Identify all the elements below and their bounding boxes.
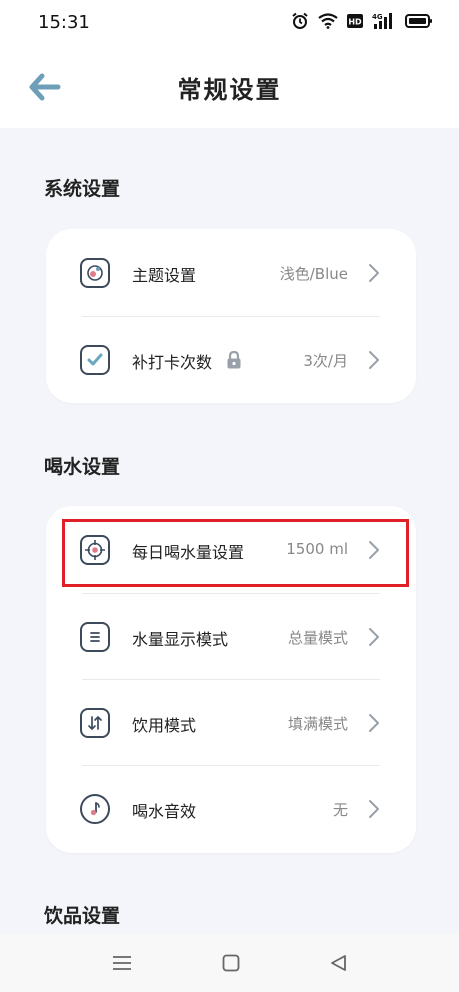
chevron-right-icon <box>369 264 379 282</box>
drinking-sound-row[interactable]: 喝水音效 无 <box>46 766 416 852</box>
drinking-mode-value: 填满模式 <box>287 715 348 733</box>
home-nav-button[interactable] <box>222 954 240 976</box>
drinking-mode-row[interactable]: 饮用模式 填满模式 <box>46 680 416 766</box>
highlight-annotation <box>62 519 409 587</box>
lock-icon <box>227 350 241 369</box>
list-icon <box>80 622 110 652</box>
section-title-beverage: 饮品设置 <box>44 905 121 927</box>
section-title-system: 系统设置 <box>44 178 121 200</box>
system-settings-card: 主题设置 浅色/Blue 补打卡次数 3次/月 <box>46 229 416 403</box>
makeup-checkin-label: 补打卡次数 <box>132 353 213 372</box>
theme-icon <box>80 258 110 288</box>
theme-settings-label: 主题设置 <box>132 266 197 285</box>
checkmark-icon <box>80 345 110 375</box>
menu-nav-button[interactable] <box>112 954 132 976</box>
battery-icon <box>405 14 432 28</box>
hd-icon: HD <box>347 14 363 28</box>
header: 常规设置 <box>0 46 459 128</box>
svg-text:HD: HD <box>348 18 362 27</box>
system-nav-bar <box>0 934 459 992</box>
menu-icon <box>113 956 131 970</box>
drinking-sound-label: 喝水音效 <box>132 802 197 821</box>
home-square-icon <box>222 954 240 972</box>
page-title: 常规设置 <box>177 76 282 104</box>
makeup-checkin-value: 3次/月 <box>303 352 348 370</box>
status-time: 15:31 <box>38 12 90 33</box>
back-nav-button[interactable] <box>330 954 348 976</box>
makeup-checkin-row[interactable]: 补打卡次数 3次/月 <box>46 317 416 403</box>
chevron-right-icon <box>369 800 379 818</box>
theme-settings-value: 浅色/Blue <box>279 265 348 283</box>
water-display-mode-value: 总量模式 <box>287 629 348 647</box>
alarm-icon <box>292 12 308 29</box>
music-note-icon <box>80 794 110 824</box>
sort-arrows-icon <box>80 708 110 738</box>
water-display-mode-label: 水量显示模式 <box>132 630 229 649</box>
svg-text:4G: 4G <box>372 13 383 21</box>
chevron-right-icon <box>369 714 379 732</box>
water-display-mode-row[interactable]: 水量显示模式 总量模式 <box>46 594 416 680</box>
triangle-back-icon <box>331 955 346 971</box>
chevron-right-icon <box>369 628 379 646</box>
wifi-icon <box>318 13 338 29</box>
chevron-right-icon <box>369 351 379 369</box>
drinking-mode-label: 饮用模式 <box>132 716 197 735</box>
drinking-sound-value: 无 <box>332 801 348 819</box>
status-icons: HD 4G <box>291 12 433 30</box>
signal-icon: 4G <box>372 13 392 29</box>
theme-settings-row[interactable]: 主题设置 浅色/Blue <box>46 230 416 316</box>
section-title-drinking: 喝水设置 <box>44 456 121 478</box>
status-bar: 15:31 HD 4G <box>0 0 459 46</box>
